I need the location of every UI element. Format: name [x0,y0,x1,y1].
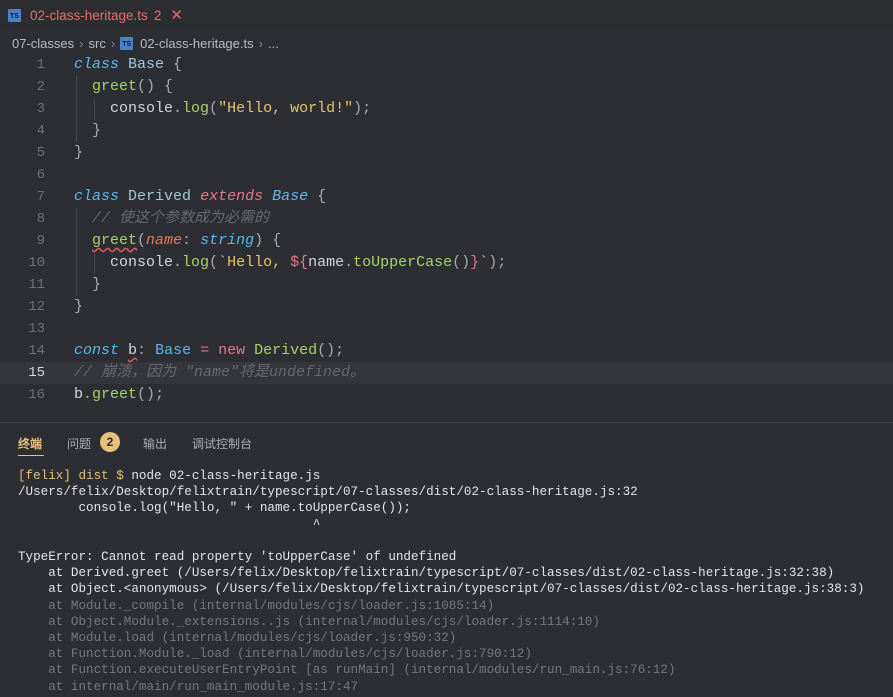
bottom-panel: 终端 问题 2 输出 调试控制台 [felix] dist $ node 02-… [0,422,893,697]
typescript-file-icon: TS [120,36,134,50]
line-number: 6 [36,167,45,183]
code-line[interactable]: 7 class Derived extends Base { [0,186,893,208]
terminal-line: at Function.Module._load (internal/modul… [18,647,532,662]
tab-problem-count: 2 [153,7,162,23]
line-number: 10 [28,255,45,271]
terminal-line: at Object.<anonymous> (/Users/felix/Desk… [18,582,865,597]
terminal-line: at Derived.greet (/Users/felix/Desktop/f… [18,566,835,581]
problems-count-badge: 2 [100,432,120,452]
code-text: class Base { [74,56,183,73]
terminal-line: at Object.Module._extensions..js (intern… [18,614,600,629]
line-number: 1 [36,57,45,73]
code-text: class Derived extends Base { [74,188,327,205]
code-line[interactable]: 10 console.log(`Hello, ${name.toUpperCase… [0,252,893,274]
code-text: greet(name: string) { [92,232,282,249]
code-line[interactable]: 2 greet() { [0,76,893,98]
terminal-command: node 02-class-heritage.js [123,469,321,483]
line-number: 12 [28,299,45,315]
code-text: } [92,276,102,293]
breadcrumb-item-folder[interactable]: 07-classes [12,36,74,51]
code-line[interactable]: 14 const b: Base = new Derived(); [0,340,893,362]
chevron-right-icon: › [110,35,116,51]
typescript-file-icon: TS [8,8,21,22]
terminal-line: [felix] dist $ node 02-class-heritage.js [18,468,320,484]
terminal-line: /Users/felix/Desktop/felixtrain/typescri… [18,485,638,500]
line-number: 8 [36,211,45,227]
line-number: 16 [28,387,45,403]
code-line[interactable]: 5} [0,142,893,164]
close-icon[interactable]: ✕ [170,6,183,24]
indent-guide [76,76,77,142]
editor-tab-bar: TS 02-class-heritage.ts 2 ✕ [0,0,893,30]
code-line[interactable]: 8 // 使这个参数成为必需的 [0,208,893,230]
code-line[interactable]: 16 b.greet(); [0,384,893,406]
tab-file-name: 02-class-heritage.ts [30,7,148,23]
terminal-line: at Module._compile (internal/modules/cjs… [18,598,495,613]
line-number: 11 [28,277,45,293]
code-text: } [74,298,84,315]
indent-guide [94,252,95,274]
code-line[interactable]: 9 greet(name: string) { [0,230,893,252]
terminal-prompt: [felix] dist $ [18,469,124,483]
breadcrumb-item-symbols[interactable]: ... [268,36,279,51]
line-number: 7 [36,189,45,205]
terminal-line: console.log("Hello, " + name.toUpperCase… [18,501,411,516]
line-number: 3 [36,101,45,117]
code-line[interactable]: 6 [0,164,893,186]
terminal-line: at internal/main/run_main_module.js:17:4… [18,679,359,694]
code-text: greet() { [92,78,174,95]
code-text: console.log("Hello, world!"); [110,100,372,117]
breadcrumb-item-file[interactable]: 02-class-heritage.ts [140,36,253,51]
code-text: b.greet(); [74,386,165,403]
breadcrumb-item-src[interactable]: src [88,36,105,51]
code-editor[interactable]: 1 class Base { 2 greet() { 3 console.log("Hel… [0,54,893,420]
code-text: // 崩溃，因为 "name"将是undefined。 [74,364,366,381]
code-text: const b: Base = new Derived(); [74,342,345,359]
editor-tab-active[interactable]: TS 02-class-heritage.ts 2 ✕ [0,0,193,30]
terminal-line: TypeError: Cannot read property 'toUpper… [18,550,457,564]
line-number: 4 [36,123,45,139]
code-text: } [92,122,102,139]
active-tab-indicator [18,455,44,456]
chevron-right-icon: › [258,35,263,51]
terminal-line: ^ [18,517,321,532]
code-line[interactable]: 15 // 崩溃，因为 "name"将是undefined。 [0,362,893,384]
line-number: 9 [36,233,45,249]
code-text: console.log(`Hello, ${name.toUpperCase()… [110,254,507,271]
line-number: 2 [36,79,45,95]
chevron-right-icon: › [79,35,84,51]
tab-output[interactable]: 输出 [143,435,167,452]
code-line[interactable]: 11} [0,274,893,296]
tab-debug-console[interactable]: 调试控制台 [192,435,252,452]
code-text: } [74,144,84,161]
line-number: 5 [36,145,45,161]
terminal-line: at Function.executeUserEntryPoint [as ru… [18,663,676,678]
breadcrumb: 07-classes › src › TS 02-class-heritage.… [0,32,279,54]
code-line[interactable]: 3 console.log("Hello, world!"); [0,98,893,120]
code-line[interactable]: 13 [0,318,893,340]
code-line[interactable]: 1 class Base { [0,54,893,76]
code-line[interactable]: 4} [0,120,893,142]
code-text: // 使这个参数成为必需的 [92,210,270,227]
line-number: 13 [28,321,45,337]
indent-guide [76,208,77,296]
indent-guide [94,98,95,120]
tab-terminal[interactable]: 终端 [18,435,42,452]
panel-tabs: 终端 问题 2 输出 调试控制台 [0,423,893,461]
terminal-line: at Module.load (internal/modules/cjs/loa… [18,631,457,645]
line-number: 14 [28,343,45,359]
line-number: 15 [28,365,45,381]
tab-problems[interactable]: 问题 [67,435,91,452]
code-line[interactable]: 12} [0,296,893,318]
